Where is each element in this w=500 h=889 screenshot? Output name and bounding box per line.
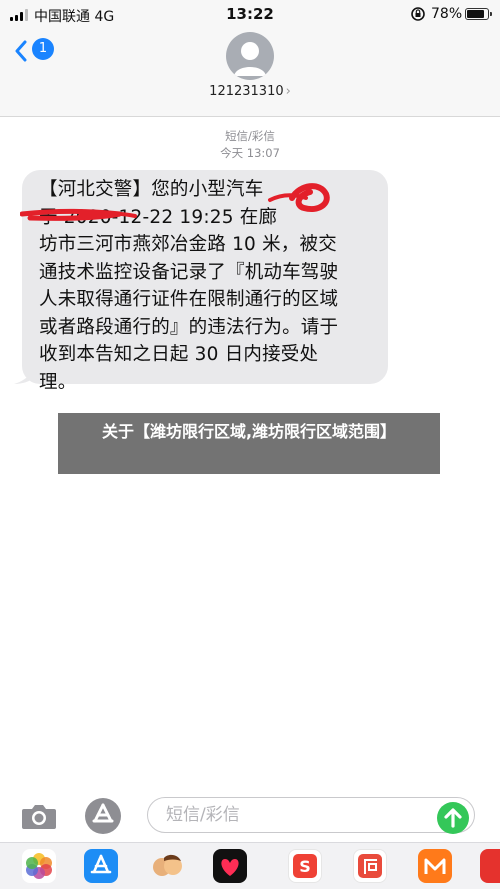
compose-bar: 短信/彩信 — [0, 792, 500, 842]
redaction-scribble — [20, 183, 330, 221]
battery-percent: 78% — [431, 6, 463, 22]
memoji-icon[interactable] — [150, 849, 184, 883]
contact-avatar[interactable] — [226, 32, 274, 80]
unread-count-badge: 1 — [32, 38, 54, 60]
xiachufang-icon[interactable] — [353, 849, 387, 883]
message-timestamp: 今天 13:07 — [220, 146, 280, 160]
digital-touch-icon[interactable] — [213, 849, 247, 883]
photos-icon[interactable] — [22, 849, 56, 883]
message-line: 坊市三河市燕郊冶金路 10 米，被交 — [39, 234, 337, 255]
conversation-header: 1 121231310 › — [0, 30, 500, 117]
chevron-left-icon — [15, 40, 27, 62]
imessage-app-drawer: S — [0, 842, 500, 889]
contact-number: 121231310 — [209, 84, 284, 99]
app-store-button-icon[interactable] — [84, 797, 122, 835]
svg-text:S: S — [299, 857, 311, 876]
message-line: 或者路段通行的』的违法行为。请于 — [39, 316, 339, 338]
message-line: 人未取得通行证件在限制通行的区域 — [39, 289, 339, 310]
camera-icon[interactable] — [20, 800, 58, 832]
back-button[interactable]: 1 — [14, 38, 56, 64]
message-line: 收到本告知之日起 30 日内接受处 — [39, 344, 319, 365]
message-input[interactable]: 短信/彩信 — [147, 797, 475, 833]
battery-icon — [465, 8, 492, 20]
app-red-icon[interactable] — [480, 849, 500, 883]
orientation-lock-icon — [411, 7, 425, 21]
send-arrow-icon[interactable] — [437, 802, 469, 834]
mango-tv-icon[interactable] — [418, 849, 452, 883]
status-bar: 中国联通 4G 13:22 78% — [0, 0, 500, 30]
person-icon — [234, 42, 266, 76]
app-store-icon[interactable] — [84, 849, 118, 883]
message-line: 通技术监控设备记录了『机动车驾驶 — [39, 261, 339, 283]
contact-name-row[interactable]: 121231310 › — [0, 84, 500, 99]
service-label: 短信/彩信 — [225, 129, 275, 143]
message-line: 理。 — [39, 371, 77, 393]
app-s-icon[interactable]: S — [288, 849, 322, 883]
chevron-right-icon: › — [285, 84, 291, 99]
article-caption: 关于【潍坊限行区域,潍坊限行区域范围】 — [58, 413, 440, 474]
